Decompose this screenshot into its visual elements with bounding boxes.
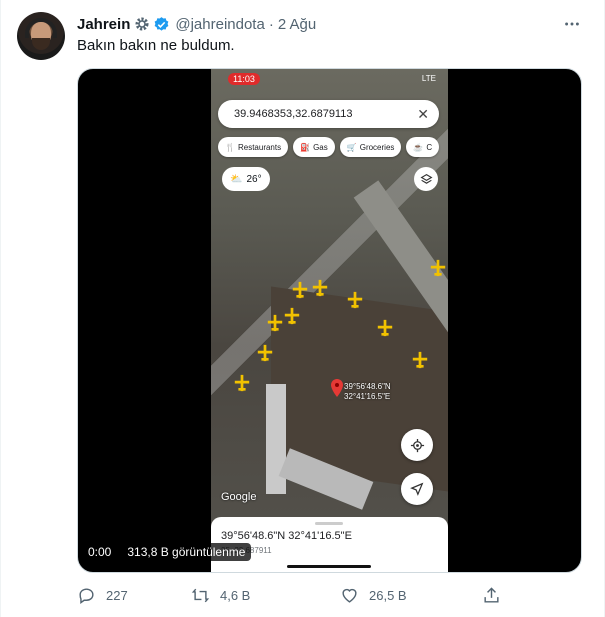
airplane-icon [377,319,393,337]
gas-icon: ⛽ [300,142,311,152]
tweet-header: Jahrein @jahreindota · 2 Ağu [77,14,316,34]
layers-icon [414,167,438,191]
share-icon [484,586,499,603]
airplane-icon [234,374,250,392]
sheet-coordinates: 39°56'48.6"N 32°41'16.5"E [221,530,352,542]
google-logo: Google [221,491,257,503]
like-icon [342,588,357,603]
location-target-icon [401,429,433,461]
video-view-count: 313,8 B görüntülenme [121,543,252,561]
like-count: 26,5 B [369,587,407,603]
maps-search-bar: 39.9468353,32.6879113 ✕ [218,100,439,128]
retweet-button[interactable]: 4,6 B [191,583,250,607]
like-button[interactable]: 26,5 B [340,583,407,607]
gear-icon [134,16,150,32]
reply-icon [79,587,94,604]
restaurant-icon: 🍴 [225,142,235,152]
airplane-icon [284,307,300,325]
airplane-icon [257,344,273,362]
maps-chip-row: 🍴 Restaurants ⛽ Gas 🛒 Groceries ☕ C [218,137,440,157]
airplane-icon [412,351,428,369]
author-handle[interactable]: @jahreindota [175,16,264,33]
maps-screen-recording: 11:03 LTE 39.9468353,32.6879113 ✕ 🍴 Resta… [211,69,448,572]
airplane-icon [292,281,308,299]
maps-search-value: 39.9468353,32.6879113 [234,108,353,120]
verified-icon [153,16,170,33]
tweet-timestamp[interactable]: 2 Ağu [278,16,316,33]
chip-coffee: ☕ C [406,137,440,157]
tweet-actions: 227 4,6 B 26,5 B [77,583,517,607]
airplane-icon [347,291,363,309]
video-info-bar: 0:00 313,8 B görüntülenme [88,542,252,562]
cart-icon: 🛒 [346,142,357,152]
network-indicator: LTE [421,74,436,83]
tweet-card[interactable]: Jahrein @jahreindota · 2 Ağu Bakın bakın… [0,0,605,617]
reply-count: 227 [106,587,128,603]
status-clock: 11:03 [228,73,260,85]
chip-groceries: 🛒 Groceries [339,137,402,157]
tweet-text: Bakın bakın ne buldum. [77,37,235,54]
author-name[interactable]: Jahrein [77,16,130,33]
airplane-icon [312,279,328,297]
navigation-arrow-icon [401,473,433,505]
partly-cloudy-icon: ⛅ [230,173,243,185]
home-indicator [287,565,371,568]
weather-badge: ⛅ 26° [222,167,270,191]
avatar[interactable] [17,12,65,60]
retweet-count: 4,6 B [220,587,251,603]
chip-gas: ⛽ Gas [293,137,335,157]
chip-restaurants: 🍴 Restaurants [218,137,289,157]
location-pin-icon [331,379,343,397]
share-button[interactable] [482,583,501,607]
video-player[interactable]: 11:03 LTE 39.9468353,32.6879113 ✕ 🍴 Resta… [77,68,582,573]
pin-label: 39°56'48.6"N 32°41'16.5"E [344,382,391,401]
close-icon: ✕ [417,106,429,122]
airplane-icon [430,259,446,277]
separator-dot: · [268,15,274,33]
airplane-icon [267,314,283,332]
more-icon[interactable] [562,14,582,34]
coffee-icon: ☕ [413,142,424,152]
retweet-icon [191,588,210,602]
reply-button[interactable]: 227 [77,583,128,607]
status-bar: 11:03 LTE [211,69,448,89]
video-timestamp: 0:00 [88,545,112,559]
